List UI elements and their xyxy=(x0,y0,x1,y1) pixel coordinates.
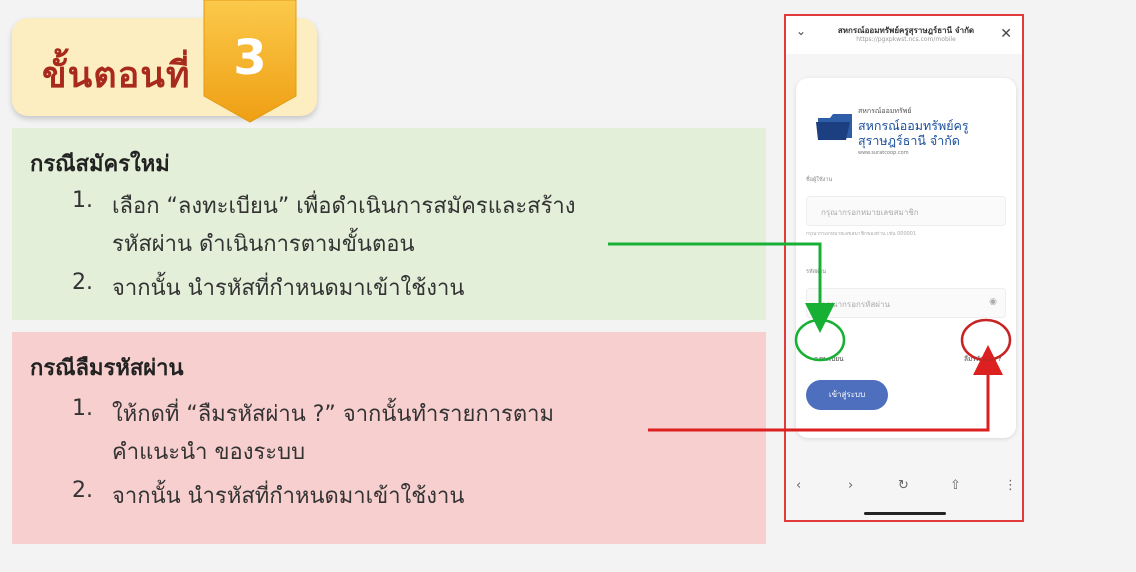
password-label: รหัสผ่าน xyxy=(806,269,827,275)
logo-url: www.suratcoop.com xyxy=(858,150,909,156)
step-number: 3 xyxy=(233,30,267,86)
new-member-panel: กรณีสมัครใหม่ 1. เลือก “ลงทะเบียน” เพื่อ… xyxy=(12,128,766,320)
username-hint: กรุณากรอกหมายเลขสมาชิกของท่าน เช่น 00000… xyxy=(806,231,917,237)
register-link[interactable]: ลงทะเบียน xyxy=(814,354,844,364)
forward-icon[interactable]: › xyxy=(848,478,853,493)
slide: ขั้นตอนที่ 3 กรณีสมัครใหม่ 1. เลือก “ลงท… xyxy=(0,0,1136,572)
chevron-down-icon[interactable]: ⌄ xyxy=(796,24,806,38)
new-member-item1-line1: เลือก “ลงทะเบียน” เพื่อดำเนินการสมัครและ… xyxy=(112,194,576,219)
reload-icon[interactable]: ↻ xyxy=(898,478,909,493)
new-member-title: กรณีสมัครใหม่ xyxy=(30,152,170,177)
back-icon[interactable]: ‹ xyxy=(796,478,801,493)
step-title: ขั้นตอนที่ xyxy=(42,55,191,96)
browser-nav-bar: ‹ › ↻ ⇧ ⋮ xyxy=(786,474,1022,520)
password-placeholder: กรุณากรอกรหัสผ่าน xyxy=(821,300,890,309)
logo-caption: สหกรณ์ออมทรัพย์ xyxy=(858,107,912,115)
phone-screenshot: ⌄ สหกรณ์ออมทรัพย์ครูสุราษฎร์ธานี จำกัด h… xyxy=(784,14,1024,522)
forgot-item1-number: 1. xyxy=(72,396,93,421)
new-member-item1-line2: รหัสผ่าน ดำเนินการตามขั้นตอน xyxy=(112,232,415,257)
forgot-item2-text: จากนั้น นำรหัสที่กำหนดมาเข้าใช้งาน xyxy=(112,484,465,509)
logo-name: สหกรณ์ออมทรัพย์ครู สุราษฎร์ธานี จำกัด xyxy=(858,118,969,148)
new-member-item2-text: จากนั้น นำรหัสที่กำหนดมาเข้าใช้งาน xyxy=(112,276,465,301)
forgot-item2-number: 2. xyxy=(72,478,93,503)
more-icon[interactable]: ⋮ xyxy=(1004,478,1017,493)
forgot-item1-line2: คำแนะนำ ของระบบ xyxy=(112,440,306,465)
phone-top-bar: ⌄ สหกรณ์ออมทรัพย์ครูสุราษฎร์ธานี จำกัด h… xyxy=(786,16,1022,54)
username-label: ชื่อผู้ใช้งาน xyxy=(806,177,833,183)
forgot-password-panel: กรณีลืมรหัสผ่าน 1. ให้กดที่ “ลืมรหัสผ่าน… xyxy=(12,332,766,544)
new-member-item2-number: 2. xyxy=(72,270,93,295)
share-icon[interactable]: ⇧ xyxy=(950,478,961,493)
home-indicator xyxy=(864,512,946,515)
eye-icon[interactable]: ◉ xyxy=(989,297,997,307)
phone-page-url: https://pgxpkwst.ncs.com/mobile xyxy=(856,36,956,43)
forgot-item1-line1: ให้กดที่ “ลืมรหัสผ่าน ?” จากนั้นทำรายการ… xyxy=(112,402,555,427)
username-placeholder: กรุณากรอกหมายเลขสมาชิก xyxy=(821,208,919,217)
forgot-password-link[interactable]: ลืมรหัสผ่าน ? xyxy=(964,354,1001,364)
logo-name-line2: สุราษฎร์ธานี จำกัด xyxy=(858,133,960,148)
new-member-item1-number: 1. xyxy=(72,188,93,213)
login-button[interactable]: เข้าสู่ระบบ xyxy=(806,380,888,410)
close-icon[interactable]: ✕ xyxy=(1000,26,1012,42)
forgot-password-title: กรณีลืมรหัสผ่าน xyxy=(30,356,184,381)
login-card: สหกรณ์ออมทรัพย์ สหกรณ์ออมทรัพย์ครู สุราษ… xyxy=(796,78,1016,438)
password-input[interactable]: กรุณากรอกรหัสผ่าน ◉ xyxy=(806,288,1006,318)
username-input[interactable]: กรุณากรอกหมายเลขสมาชิก xyxy=(806,196,1006,226)
folder-logo-icon xyxy=(816,114,852,140)
logo-name-line1: สหกรณ์ออมทรัพย์ครู xyxy=(858,118,969,133)
